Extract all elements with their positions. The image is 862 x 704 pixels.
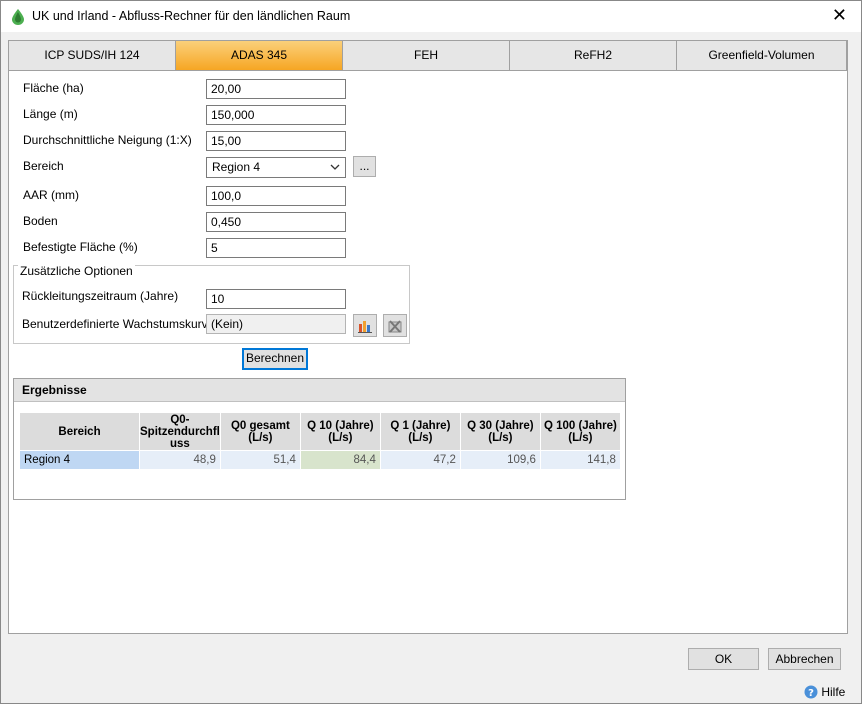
water-drop-icon (12, 9, 24, 25)
tab-refh2[interactable]: ReFH2 (510, 41, 677, 71)
kurve-label: Benutzerdefinierte Wachstumskurve (22, 317, 215, 331)
laenge-input[interactable]: 150,000 (206, 105, 346, 125)
flaeche-input[interactable]: 20,00 (206, 79, 346, 99)
tab-icp-suds[interactable]: ICP SUDS/IH 124 (9, 41, 176, 71)
boden-input[interactable]: 0,450 (206, 212, 346, 232)
cell-q100[interactable]: 141,8 (539, 450, 621, 470)
bereich-select[interactable]: Region 4 (206, 157, 346, 178)
cell-q30[interactable]: 109,6 (459, 450, 541, 470)
rueck-label: Rückleitungszeitraum (Jahre) (22, 289, 179, 303)
cell-q0-gesamt[interactable]: 51,4 (219, 450, 301, 470)
neigung-input[interactable]: 15,00 (206, 131, 346, 151)
col-header-q10[interactable]: Q 10 (Jahre) (L/s) (299, 412, 381, 451)
chart-edit-icon (358, 321, 372, 333)
table-row[interactable]: Region 4 48,9 51,4 84,4 47,2 109,6 141,8 (19, 450, 621, 470)
tab-feh[interactable]: FEH (343, 41, 510, 71)
neigung-label: Durchschnittliche Neigung (1:X) (23, 133, 192, 147)
cell-q1[interactable]: 47,2 (379, 450, 461, 470)
group-title: Zusätzliche Optionen (18, 264, 135, 278)
table-header-row: Bereich Q0- Spitzendurchfl uss Q0 gesamt (L… (19, 412, 621, 451)
tab-greenfield-volumen[interactable]: Greenfield-Volumen (677, 41, 847, 71)
aar-label: AAR (mm) (23, 188, 79, 202)
cell-q10[interactable]: 84,4 (299, 450, 381, 470)
svg-text:?: ? (808, 688, 814, 699)
kurve-field: (Kein) (206, 314, 346, 334)
cell-q0-spitze[interactable]: 48,9 (139, 450, 221, 470)
close-button[interactable]: ✕ (832, 6, 847, 26)
col-header-q0-gesamt[interactable]: Q0 gesamt (L/s) (219, 412, 301, 451)
tab-adas-345[interactable]: ADAS 345 (176, 41, 343, 71)
befestigt-input[interactable]: 5 (206, 238, 346, 258)
help-icon: ? (804, 685, 818, 699)
col-header-bereich[interactable]: Bereich (19, 412, 140, 451)
laenge-label: Länge (m) (23, 107, 78, 121)
col-header-q30[interactable]: Q 30 (Jahre) (L/s) (459, 412, 541, 451)
chevron-down-icon (330, 164, 340, 170)
dialog-window: UK und Irland - Abfluss-Rechner für den … (0, 0, 862, 704)
befestigt-label: Befestigte Fläche (%) (23, 240, 138, 254)
kurve-edit-button[interactable] (353, 314, 377, 337)
results-panel: Ergebnisse Bereich Q0- Spitzendurchfl uss … (13, 378, 626, 500)
ok-button[interactable]: OK (688, 648, 759, 670)
bereich-select-value: Region 4 (212, 160, 261, 174)
results-table: Bereich Q0- Spitzendurchfl uss Q0 gesamt (L… (19, 412, 621, 470)
tab-strip: ICP SUDS/IH 124 ADAS 345 FEH ReFH2 Green… (9, 41, 847, 71)
bereich-more-button[interactable]: ... (353, 156, 376, 177)
results-title: Ergebnisse (14, 379, 625, 402)
window-title: UK und Irland - Abfluss-Rechner für den … (32, 9, 351, 23)
boden-label: Boden (23, 214, 58, 228)
help-label: Hilfe (821, 685, 846, 699)
berechnen-button[interactable]: Berechnen (242, 348, 308, 370)
kurve-clear-button[interactable] (383, 314, 407, 337)
col-header-q100[interactable]: Q 100 (Jahre) (L/s) (539, 412, 621, 451)
title-bar: UK und Irland - Abfluss-Rechner für den … (1, 1, 861, 32)
help-link[interactable]: ? Hilfe (804, 685, 845, 699)
rueck-input[interactable]: 10 (206, 289, 346, 309)
flaeche-label: Fläche (ha) (23, 81, 84, 95)
abbrechen-button[interactable]: Abbrechen (768, 648, 841, 670)
col-header-q0-spitzendurchfluss[interactable]: Q0- Spitzendurchfl uss (139, 412, 221, 451)
bereich-label: Bereich (23, 159, 64, 173)
clear-curve-icon (388, 320, 402, 333)
main-panel: ICP SUDS/IH 124 ADAS 345 FEH ReFH2 Green… (8, 40, 848, 634)
aar-input[interactable]: 100,0 (206, 186, 346, 206)
cell-bereich[interactable]: Region 4 (19, 450, 140, 470)
col-header-q1[interactable]: Q 1 (Jahre) (L/s) (379, 412, 461, 451)
